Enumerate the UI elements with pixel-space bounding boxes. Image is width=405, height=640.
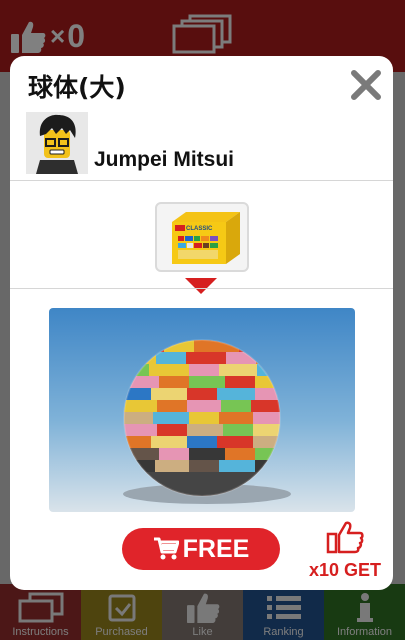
avatar-minifig-icon bbox=[26, 112, 88, 174]
set-box-label: CLASSIC bbox=[186, 226, 213, 232]
set-thumbnail[interactable]: CLASSIC bbox=[155, 202, 249, 272]
author-name: Jumpei Mitsui bbox=[94, 148, 235, 171]
item-detail-modal: 球体(大) Jumpei Mitsui CLASSIC FREE x10 GET bbox=[10, 56, 393, 590]
close-icon[interactable] bbox=[349, 68, 383, 102]
cart-icon bbox=[153, 537, 179, 560]
free-label: FREE bbox=[182, 534, 250, 563]
arrow-down-icon bbox=[185, 278, 217, 294]
divider bbox=[10, 288, 393, 289]
free-download-button[interactable]: FREE bbox=[122, 528, 280, 570]
author-row[interactable]: Jumpei Mitsui bbox=[26, 112, 234, 174]
reward-label: x10 GET bbox=[308, 560, 382, 580]
sphere-build-image bbox=[49, 308, 355, 512]
lego-box-image: CLASSIC bbox=[172, 212, 240, 264]
divider bbox=[10, 180, 393, 181]
avatar[interactable] bbox=[26, 112, 88, 174]
thumbs-up-icon bbox=[326, 521, 364, 554]
modal-title: 球体(大) bbox=[28, 73, 126, 102]
build-photo[interactable] bbox=[49, 308, 355, 512]
like-reward[interactable]: x10 GET bbox=[302, 520, 388, 581]
